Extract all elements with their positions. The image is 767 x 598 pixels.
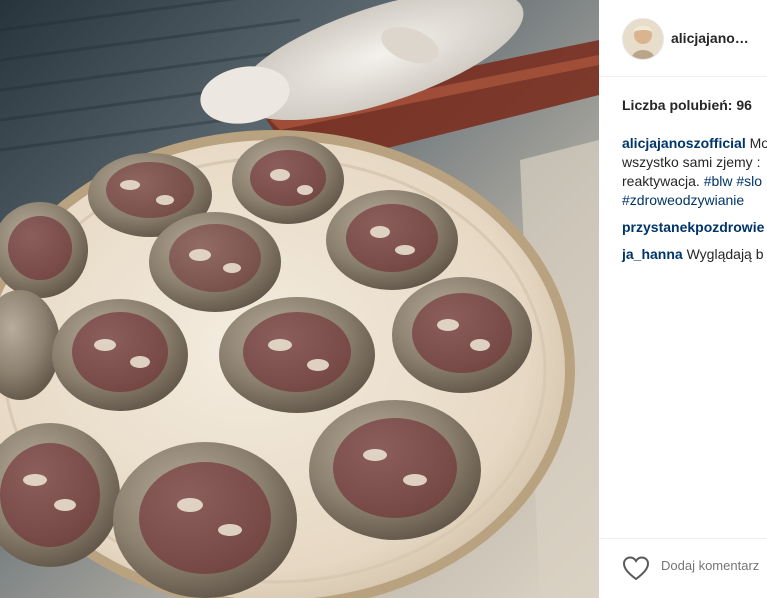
comment-text: Wyglądają b [682, 246, 764, 262]
comment-text: wszystko sami zjemy : [622, 154, 761, 170]
post-photo[interactable] [0, 0, 599, 598]
heart-outline-icon[interactable] [622, 555, 650, 581]
comment-line: wszystko sami zjemy : [622, 153, 767, 172]
comment-text: reaktywacja. [622, 173, 704, 189]
comment-line: reaktywacja. #blw #slo [622, 172, 767, 191]
add-comment-input[interactable] [661, 558, 767, 573]
post-footer [599, 538, 767, 598]
comment-line: alicjajanoszofficial Mo [622, 134, 767, 153]
avatar[interactable] [622, 18, 664, 60]
comment-line: #zdroweodzywianie [622, 191, 767, 210]
comments-list: alicjajanoszofficial Mo wszystko sami zje… [622, 134, 767, 264]
comment-gap [622, 210, 767, 218]
muffins-on-tray-image [0, 0, 599, 598]
comment-username[interactable]: przystanekpozdrowie [622, 219, 764, 235]
likes-count[interactable]: Liczba polubień: 96 [622, 97, 752, 113]
comment: przystanekpozdrowie [622, 218, 767, 237]
comment-text: Mo [745, 135, 767, 151]
comment-line: ja_hanna Wyglądają b [622, 245, 767, 264]
comment: ja_hanna Wyglądają b [622, 245, 767, 264]
post-header: alicjajano… [599, 0, 767, 77]
profile-photo-icon [623, 19, 663, 59]
post-sidebar: alicjajano… Liczba polubień: 96 alicjaja… [599, 0, 767, 598]
post-username[interactable]: alicjajano… [671, 30, 749, 46]
comment: alicjajanoszofficial Mo wszystko sami zje… [622, 134, 767, 210]
hashtag-link[interactable]: #zdroweodzywianie [622, 192, 744, 208]
hashtag-link[interactable]: #slo [736, 173, 762, 189]
comment-username[interactable]: ja_hanna [622, 246, 683, 262]
comment-username[interactable]: alicjajanoszofficial [622, 135, 746, 151]
hashtag-link[interactable]: #blw [704, 173, 733, 189]
comment-gap [622, 237, 767, 245]
comment-line: przystanekpozdrowie [622, 218, 767, 237]
